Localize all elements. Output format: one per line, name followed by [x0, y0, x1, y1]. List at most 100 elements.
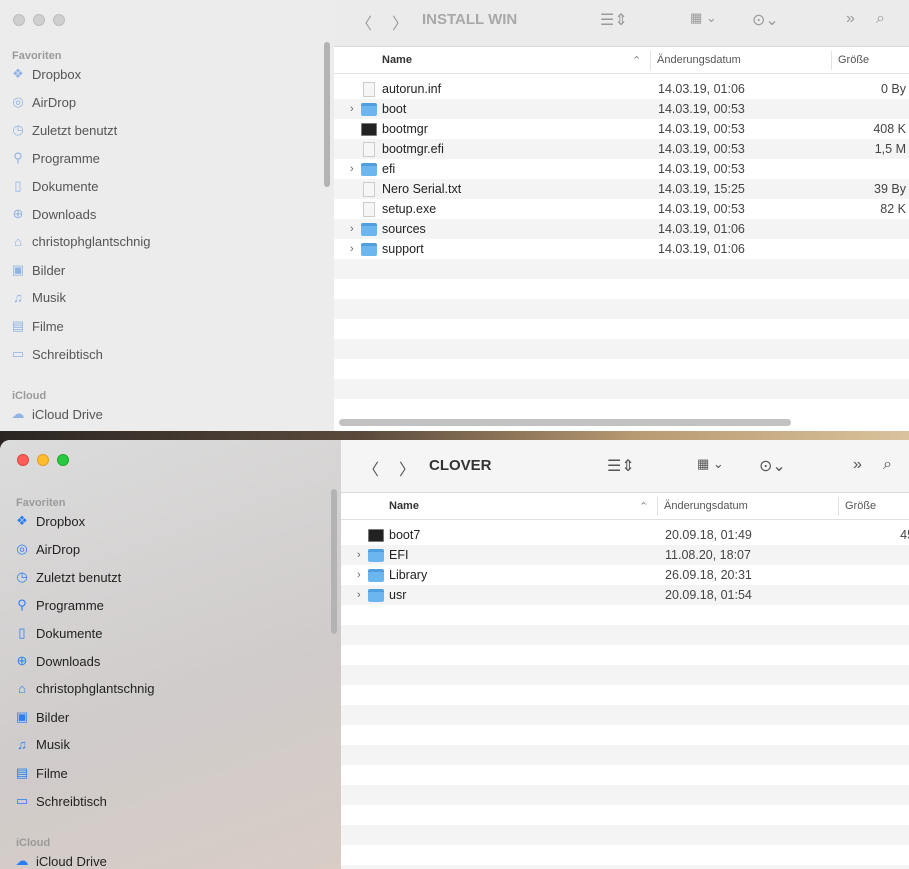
sidebar-section-favorites: Favoriten — [16, 497, 66, 509]
sidebar-item-filme[interactable]: ▤ Filme — [10, 318, 64, 334]
sidebar-item-bilder[interactable]: ▣ Bilder — [10, 262, 65, 278]
group-icon[interactable]: ▦ ⌄ — [690, 10, 717, 26]
sidebar-item-schreibtisch[interactable]: ▭ Schreibtisch — [14, 793, 107, 809]
disclosure-chevron-icon[interactable]: › — [350, 163, 354, 175]
list-view-icon[interactable]: ☰⇕ — [607, 456, 635, 476]
folder-icon — [361, 242, 377, 256]
sidebar-item-label: iCloud Drive — [36, 853, 107, 869]
empty-row — [341, 785, 909, 805]
close-button[interactable] — [17, 454, 29, 466]
disclosure-chevron-icon[interactable]: › — [350, 223, 354, 235]
sidebar-item-icloud-drive[interactable]: ☁ iCloud Drive — [14, 853, 107, 869]
sidebar-item-airdrop[interactable]: ◎ AirDrop — [14, 541, 80, 557]
group-icon[interactable]: ▦ ⌄ — [697, 456, 724, 472]
back-button[interactable]: 〈 — [356, 10, 372, 34]
more-actions-icon[interactable]: ⊙⌄ — [759, 456, 786, 476]
file-row[interactable]: autorun.inf 14.03.19, 01:06 0 By — [334, 79, 909, 99]
sidebar-item-label: Bilder — [32, 262, 66, 278]
column-date[interactable]: Änderungsdatum — [664, 500, 748, 512]
disclosure-chevron-icon[interactable]: › — [357, 589, 361, 601]
file-row[interactable]: › sources 14.03.19, 01:06 — [334, 219, 909, 239]
folder-icon — [361, 162, 377, 176]
more-actions-icon[interactable]: ⊙⌄ — [752, 10, 779, 30]
sidebar: Favoriten ❖ Dropbox ◎ AirDrop ◷ Zuletzt … — [0, 0, 334, 431]
file-row[interactable]: › EFI 11.08.20, 18:07 — [341, 545, 909, 565]
finder-window-install-win: Favoriten ❖ Dropbox ◎ AirDrop ◷ Zuletzt … — [0, 0, 909, 431]
close-button[interactable] — [13, 14, 25, 26]
film-icon: ▤ — [15, 765, 29, 780]
sidebar-item-label: Downloads — [32, 206, 97, 222]
sidebar-item-musik[interactable]: ♫ Musik — [10, 290, 66, 305]
sidebar-item-downloads[interactable]: ⊕ Downloads — [14, 653, 101, 669]
zoom-button[interactable] — [53, 14, 65, 26]
forward-button[interactable]: 〉 — [392, 10, 408, 34]
sidebar-item-schreibtisch[interactable]: ▭ Schreibtisch — [10, 346, 103, 362]
column-name[interactable]: Name — [389, 500, 419, 512]
document-icon — [363, 81, 375, 97]
search-icon[interactable]: ⌕ — [883, 456, 892, 474]
file-name: Nero Serial.txt — [382, 182, 462, 196]
sidebar-item-zuletzt-benutzt[interactable]: ◷ Zuletzt benutzt — [14, 569, 121, 585]
file-size: 408 K — [873, 122, 906, 136]
column-size[interactable]: Größe — [838, 54, 869, 66]
sidebar-item-filme[interactable]: ▤ Filme — [14, 765, 68, 781]
disclosure-chevron-icon[interactable]: › — [357, 549, 361, 561]
file-row[interactable]: bootmgr.efi 14.03.19, 00:53 1,5 M — [334, 139, 909, 159]
sidebar-item-bilder[interactable]: ▣ Bilder — [14, 709, 69, 725]
sidebar-item-dokumente[interactable]: ▯ Dokumente — [10, 178, 98, 194]
column-header: Name ⌃ Änderungsdatum Größe — [341, 493, 909, 520]
list-view-icon[interactable]: ☰⇕ — [600, 10, 628, 30]
file-date: 20.09.18, 01:54 — [665, 588, 752, 602]
sidebar-item-christophglantschnig[interactable]: ⌂ christophglantschnig — [14, 681, 154, 696]
desktop-icon: ▭ — [15, 793, 29, 808]
document-icon — [363, 141, 375, 157]
file-row[interactable]: › boot 14.03.19, 00:53 — [334, 99, 909, 119]
file-row[interactable]: Nero Serial.txt 14.03.19, 15:25 39 By — [334, 179, 909, 199]
sidebar-item-label: AirDrop — [32, 94, 77, 110]
sidebar-item-label: Filme — [36, 765, 68, 781]
sidebar-item-programme[interactable]: ⚲ Programme — [10, 150, 100, 166]
horizontal-scrollbar[interactable] — [339, 419, 791, 426]
zoom-button[interactable] — [57, 454, 69, 466]
sidebar-scrollbar[interactable] — [331, 489, 337, 634]
overflow-chevrons-icon[interactable]: » — [846, 10, 855, 28]
search-icon[interactable]: ⌕ — [876, 10, 885, 28]
executable-icon — [368, 528, 384, 542]
file-row[interactable]: › usr 20.09.18, 01:54 — [341, 585, 909, 605]
file-name: efi — [382, 162, 396, 176]
cloud-icon: ☁ — [11, 406, 25, 421]
sidebar-item-dropbox[interactable]: ❖ Dropbox — [14, 513, 85, 529]
back-button[interactable]: 〈 — [363, 456, 379, 480]
file-row[interactable]: › support 14.03.19, 01:06 — [334, 239, 909, 259]
sidebar-item-airdrop[interactable]: ◎ AirDrop — [10, 94, 76, 110]
file-size: 450 — [900, 528, 909, 542]
overflow-chevrons-icon[interactable]: » — [853, 456, 862, 474]
sidebar-item-programme[interactable]: ⚲ Programme — [14, 597, 104, 613]
file-row[interactable]: › Library 26.09.18, 20:31 — [341, 565, 909, 585]
minimize-button[interactable] — [33, 14, 45, 26]
sidebar-scrollbar[interactable] — [324, 42, 330, 187]
file-row[interactable]: boot7 20.09.18, 01:49 450 — [341, 525, 909, 545]
file-row[interactable]: › efi 14.03.19, 00:53 — [334, 159, 909, 179]
disclosure-chevron-icon[interactable]: › — [350, 103, 354, 115]
forward-button[interactable]: 〉 — [399, 456, 415, 480]
column-date[interactable]: Änderungsdatum — [657, 54, 741, 66]
column-size[interactable]: Größe — [845, 500, 876, 512]
sidebar-item-dropbox[interactable]: ❖ Dropbox — [10, 66, 81, 82]
file-row[interactable]: setup.exe 14.03.19, 00:53 82 K — [334, 199, 909, 219]
sidebar-item-zuletzt-benutzt[interactable]: ◷ Zuletzt benutzt — [10, 122, 117, 138]
minimize-button[interactable] — [37, 454, 49, 466]
sidebar-item-dokumente[interactable]: ▯ Dokumente — [14, 625, 102, 641]
folder-icon — [361, 222, 377, 236]
apps-icon: ⚲ — [17, 597, 27, 612]
sidebar-item-christophglantschnig[interactable]: ⌂ christophglantschnig — [10, 234, 151, 249]
sidebar-item-musik[interactable]: ♫ Musik — [14, 737, 70, 752]
sidebar-item-label: christophglantschnig — [32, 234, 151, 249]
column-name[interactable]: Name — [382, 54, 412, 66]
disclosure-chevron-icon[interactable]: › — [357, 569, 361, 581]
sidebar-item-downloads[interactable]: ⊕ Downloads — [10, 206, 97, 222]
music-icon: ♫ — [17, 737, 27, 752]
sidebar-item-icloud-drive[interactable]: ☁ iCloud Drive — [10, 406, 103, 422]
file-row[interactable]: bootmgr 14.03.19, 00:53 408 K — [334, 119, 909, 139]
disclosure-chevron-icon[interactable]: › — [350, 243, 354, 255]
